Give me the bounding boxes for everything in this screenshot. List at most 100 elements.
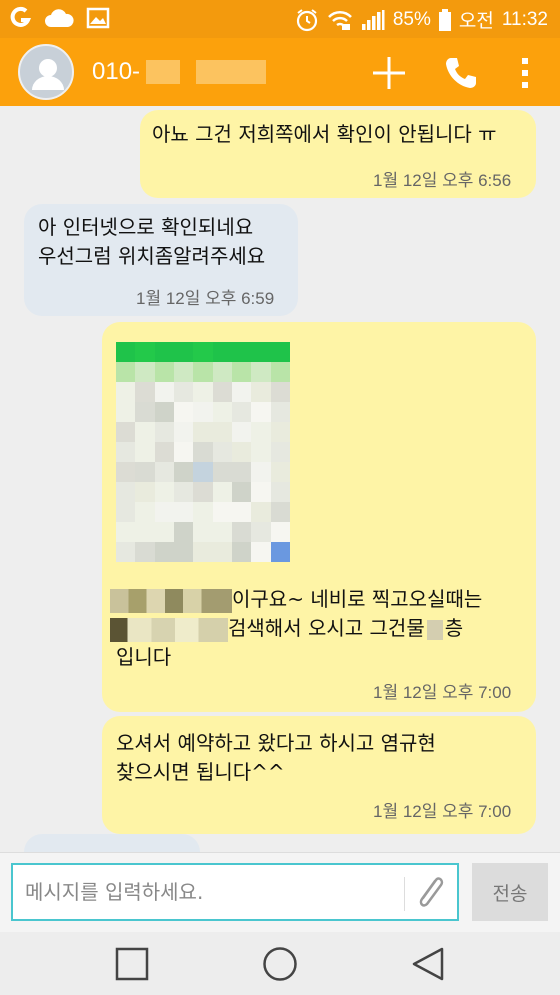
avatar[interactable] <box>18 44 74 100</box>
message-text: 아뇨 그건 저희쪽에서 확인이 안됩니다 ㅠ <box>152 122 497 146</box>
thumbnail-pixel <box>232 382 252 402</box>
thumbnail-pixel <box>232 342 252 362</box>
thumbnail-pixel <box>212 522 232 542</box>
thumbnail-pixel <box>135 402 155 422</box>
thumbnail-pixel <box>251 482 271 502</box>
home-button[interactable] <box>260 944 300 984</box>
thumbnail-pixel <box>251 382 271 402</box>
send-button[interactable]: 전송 <box>472 863 548 921</box>
contact-number[interactable]: 010- <box>92 58 267 86</box>
thumbnail-pixel <box>135 502 155 522</box>
thumbnail-pixel <box>193 382 213 402</box>
contact-number-prefix: 010- <box>92 58 141 85</box>
thumbnail-pixel <box>193 502 213 522</box>
thumbnail-pixel <box>135 522 155 542</box>
thumbnail-pixel <box>232 462 252 482</box>
message-bubble-incoming[interactable] <box>24 834 200 852</box>
redacted-number <box>146 60 181 84</box>
thumbnail-pixel <box>212 422 232 442</box>
alarm-icon <box>295 8 319 32</box>
thumbnail-pixel <box>174 382 194 402</box>
thumbnail-pixel <box>154 442 174 462</box>
thumbnail-pixel <box>154 382 174 402</box>
thumbnail-pixel <box>135 482 155 502</box>
thumbnail-pixel <box>116 382 136 402</box>
thumbnail-pixel <box>193 442 213 462</box>
message-line: 검색해서 오시고 그건물 층 <box>110 614 463 643</box>
thumbnail-pixel <box>154 482 174 502</box>
phone-icon <box>446 58 476 88</box>
thumbnail-pixel <box>270 362 290 382</box>
status-time: 11:32 <box>501 8 548 30</box>
navigation-bar <box>0 932 560 995</box>
thumbnail-pixel <box>193 342 213 362</box>
thumbnail-pixel <box>135 542 155 562</box>
thumbnail-pixel <box>270 502 290 522</box>
thumbnail-pixel <box>174 522 194 542</box>
paperclip-icon[interactable] <box>411 873 447 913</box>
thumbnail-pixel <box>193 402 213 422</box>
thumbnail-pixel <box>174 482 194 502</box>
thumbnail-pixel <box>212 442 232 462</box>
thumbnail-pixel <box>135 422 155 442</box>
person-icon <box>32 59 64 90</box>
conversation-header: 010- <box>0 38 560 106</box>
message-timestamp: 1월 12일 오후 6:56 <box>373 171 512 190</box>
thumbnail-pixel <box>135 342 155 362</box>
thumbnail-pixel <box>174 542 194 562</box>
thumbnail-pixel <box>154 402 174 422</box>
thumbnail-pixel <box>116 442 136 462</box>
more-button[interactable] <box>504 52 546 94</box>
thumbnail-pixel <box>212 462 232 482</box>
divider <box>404 877 405 911</box>
thumbnail-pixel <box>116 522 136 542</box>
thumbnail-pixel <box>251 402 271 422</box>
thumbnail-pixel <box>154 422 174 442</box>
cloud-icon <box>44 7 74 29</box>
thumbnail-pixel <box>212 542 232 562</box>
redacted-text <box>110 588 232 613</box>
call-button[interactable] <box>440 52 482 94</box>
battery-percent: 85% <box>392 8 431 30</box>
message-text: 아 인터넷으로 확인되네요 <box>38 215 254 239</box>
thumbnail-pixel <box>174 342 194 362</box>
thumbnail-pixel <box>270 522 290 542</box>
redacted-text <box>426 619 443 640</box>
add-icon <box>373 57 405 89</box>
message-text: 우선그럼 위치좀알려주세요 <box>38 244 266 268</box>
thumbnail-pixel <box>116 402 136 422</box>
thumbnail-pixel <box>116 482 136 502</box>
thumbnail-pixel <box>193 462 213 482</box>
message-timestamp: 1월 12일 오후 7:00 <box>373 802 512 821</box>
message-text: 검색해서 오시고 그건물 <box>228 616 425 640</box>
thumbnail-pixel <box>232 362 252 382</box>
carrier-icon <box>10 6 32 30</box>
thumbnail-pixel <box>154 342 174 362</box>
thumbnail-pixel <box>212 362 232 382</box>
thumbnail-pixel <box>116 422 136 442</box>
add-button[interactable] <box>368 52 410 94</box>
battery-icon <box>438 8 451 31</box>
thumbnail-pixel <box>212 382 232 402</box>
thumbnail-pixel <box>135 362 155 382</box>
thumbnail-pixel <box>174 422 194 442</box>
thumbnail-pixel <box>212 342 232 362</box>
message-list[interactable]: 아뇨 그건 저희쪽에서 확인이 안됩니다 ㅠ 1월 12일 오후 6:56 아 … <box>0 106 560 852</box>
recent-apps-button[interactable] <box>112 944 152 984</box>
redacted-number <box>196 60 267 84</box>
map-image-thumbnail[interactable] <box>116 342 290 562</box>
thumbnail-pixel <box>251 362 271 382</box>
thumbnail-pixel <box>232 422 252 442</box>
thumbnail-pixel <box>251 542 271 562</box>
thumbnail-pixel <box>251 422 271 442</box>
thumbnail-pixel <box>154 362 174 382</box>
thumbnail-pixel <box>193 542 213 562</box>
back-button[interactable] <box>408 944 448 984</box>
message-text: 층 <box>444 616 464 640</box>
thumbnail-pixel <box>154 522 174 542</box>
message-input[interactable] <box>25 875 405 909</box>
thumbnail-pixel <box>251 502 271 522</box>
thumbnail-pixel <box>270 422 290 442</box>
message-input-container[interactable] <box>11 863 459 921</box>
message-text: 오셔서 예약하고 왔다고 하시고 염규현 <box>116 731 436 755</box>
